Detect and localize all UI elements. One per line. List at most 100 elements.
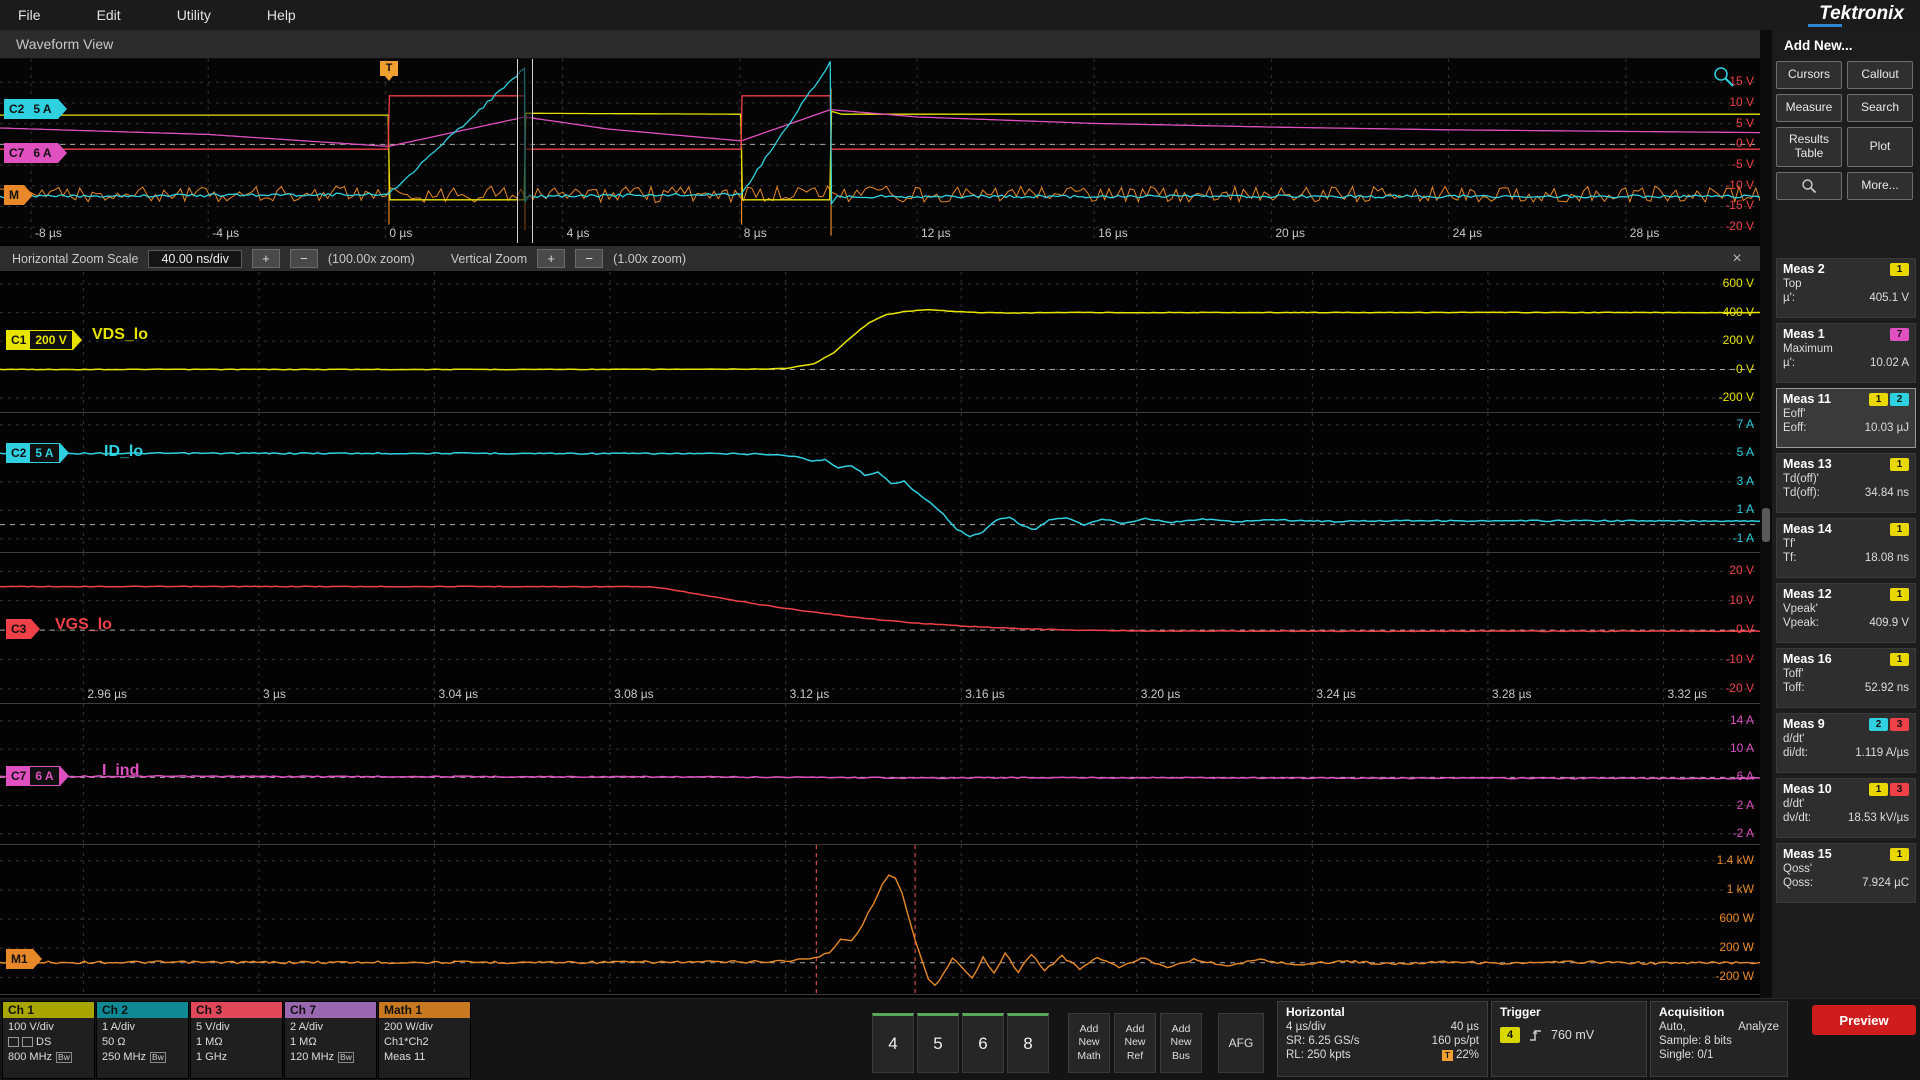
measurement-value: 18.08 ns <box>1864 552 1909 564</box>
measurement-source-badges: 12 <box>1869 392 1909 406</box>
vgs-plot[interactable] <box>0 553 1760 704</box>
channel-scale: 200 W/div <box>384 1021 433 1033</box>
measurement-value: 10.02 A <box>1869 357 1909 369</box>
acquisition-panel[interactable]: Acquisition Auto, Analyze Sample: 8 bits… <box>1650 1001 1788 1077</box>
h-zoom-scale-value[interactable]: 40.00 ns/div <box>148 249 242 268</box>
add-new-bus-button[interactable]: Add New Bus <box>1160 1013 1202 1073</box>
source-badge: 1 <box>1890 587 1909 601</box>
trigger-position-marker[interactable]: T <box>380 61 398 81</box>
sidebar-button-more[interactable]: More... <box>1847 172 1913 200</box>
iind-plot[interactable] <box>0 704 1760 845</box>
channel-box-ch-1[interactable]: Ch 1 100 V/div DS 800 MHz Bw <box>2 1001 95 1079</box>
channel-box-ch-3[interactable]: Ch 3 5 V/div 1 MΩ 1 GHz <box>190 1001 283 1079</box>
channel-button-6[interactable]: 6 <box>962 1013 1004 1073</box>
channel-button-4[interactable]: 4 <box>872 1013 914 1073</box>
sidebar-button-plot[interactable]: Plot <box>1847 127 1913 167</box>
zoomed-waveform-area[interactable]: 600 V 400 V 200 V 0 V -200 V C1 200 V VDS_lo 7 A… <box>0 272 1760 995</box>
v-zoom-in-button[interactable]: + <box>537 249 566 268</box>
time-label: 3.28 µs <box>1491 687 1532 701</box>
measurement-row-meas-16[interactable]: Meas 16 1 Toff' Toff: 52.92 ns <box>1776 648 1916 708</box>
time-label: 3.16 µs <box>965 687 1005 701</box>
termination-icon <box>22 1037 33 1047</box>
add-new-ref-button[interactable]: Add New Ref <box>1114 1013 1156 1073</box>
overview-plot[interactable] <box>0 59 1760 243</box>
channel-box-ch-2[interactable]: Ch 2 1 A/div 50 Ω 250 MHz Bw <box>96 1001 189 1079</box>
power-plot[interactable] <box>0 845 1760 995</box>
afg-button[interactable]: AFG <box>1218 1013 1264 1073</box>
measurement-source-badges: 1 <box>1890 652 1909 666</box>
scale-label: 10 V <box>1729 94 1754 109</box>
sidebar-button-callout[interactable]: Callout <box>1847 61 1913 89</box>
channel-button-5[interactable]: 5 <box>917 1013 959 1073</box>
h-zoom-in-button[interactable]: + <box>251 249 280 268</box>
source-badge: 7 <box>1890 327 1909 341</box>
measurement-row-meas-2[interactable]: Meas 2 1 Top µ': 405.1 V <box>1776 258 1916 318</box>
channel-badge-c7[interactable]: C7 6 A <box>6 766 69 786</box>
zoom-window-indicator[interactable] <box>517 59 533 243</box>
channel-badge-m1[interactable]: M1 <box>6 949 42 969</box>
channel-box-title: Ch 7 <box>285 1002 376 1018</box>
time-label: 28 µs <box>1629 226 1660 240</box>
overview-channel-badge-m[interactable]: M <box>4 185 33 205</box>
measurement-value: 10.03 µJ <box>1864 422 1909 434</box>
time-label: 3.32 µs <box>1667 687 1708 701</box>
sidebar-button-results-table[interactable]: Results Table <box>1776 127 1842 167</box>
measurement-id: Meas 13 1 <box>1783 457 1909 471</box>
add-new-title: Add New... <box>1784 38 1853 53</box>
channel-button-8[interactable]: 8 <box>1007 1013 1049 1073</box>
vds-plot[interactable] <box>0 272 1760 413</box>
measurement-row-meas-11[interactable]: Meas 11 1 2 Eoff' Eoff: 10.03 µJ <box>1776 388 1916 448</box>
scale-label: 0 V <box>1735 622 1754 637</box>
scale-label: -20 V <box>1725 680 1754 695</box>
v-zoom-out-button[interactable]: − <box>575 249 604 268</box>
sidebar-button-measure[interactable]: Measure <box>1776 94 1842 122</box>
sidebar-button-search[interactable]: Search <box>1847 94 1913 122</box>
measurement-row-meas-10[interactable]: Meas 10 1 3 d/dt' dv/dt: 18.53 kV/µs <box>1776 778 1916 838</box>
measurement-row-meas-14[interactable]: Meas 14 1 Tf' Tf: 18.08 ns <box>1776 518 1916 578</box>
measurement-row-meas-12[interactable]: Meas 12 1 Vpeak' Vpeak: 409.9 V <box>1776 583 1916 643</box>
acquisition-mode: Auto, <box>1659 1021 1686 1033</box>
measurement-name: Qoss' <box>1783 863 1813 875</box>
menu-item-utility[interactable]: Utility <box>177 7 211 23</box>
sidebar-button-cursors[interactable]: Cursors <box>1776 61 1842 89</box>
scale-label: 20 V <box>1729 563 1754 578</box>
h-zoom-scale-label: Horizontal Zoom Scale <box>12 251 139 266</box>
channel-badge-c1[interactable]: C1 200 V <box>6 330 82 350</box>
trigger-source-badge[interactable]: 4 <box>1500 1027 1520 1043</box>
preview-button[interactable]: Preview <box>1812 1005 1916 1035</box>
overview-waveform-area[interactable]: 15 V 10 V5 V0 V -5 V -10 V -15 V -20 V -8 µs -4… <box>0 59 1760 243</box>
sidebar-button-zoom[interactable] <box>1776 172 1842 200</box>
trigger-panel[interactable]: Trigger 4 760 mV <box>1491 1001 1647 1077</box>
splitter-handle[interactable] <box>1762 508 1770 542</box>
scale-label: 1 A <box>1736 502 1754 517</box>
overview-channel-badge-c7[interactable]: C7 6 A <box>4 143 67 163</box>
channel-box-math-1[interactable]: Math 1 200 W/div Ch1*Ch2 Meas 11 <box>378 1001 471 1079</box>
channel-coupling: 1 MΩ <box>196 1036 223 1048</box>
menu-item-help[interactable]: Help <box>267 7 296 23</box>
scale-label: 14 A <box>1729 712 1754 727</box>
measurement-id: Meas 21 <box>1783 262 1909 276</box>
waveform-section-power: 1.4 kW 1 kW 600 W 200 W -200 W M1 <box>0 845 1760 995</box>
measurement-source-badges: 13 <box>1869 782 1909 796</box>
h-zoom-out-button[interactable]: − <box>289 249 318 268</box>
zoom-close-icon[interactable]: × <box>1726 250 1748 268</box>
overview-channel-badge-c2[interactable]: C2 5 A <box>4 99 67 119</box>
channel-badge-c3[interactable]: C3 <box>6 619 41 639</box>
search-zoom-icon <box>1802 179 1817 194</box>
source-badge: 2 <box>1890 392 1909 406</box>
measurement-id: Meas 17 <box>1783 327 1909 341</box>
tektronix-logo: Tektronix <box>1819 3 1904 24</box>
menu-item-edit[interactable]: Edit <box>97 7 121 23</box>
horizontal-panel[interactable]: Horizontal 4 µs/div 40 µs SR: 6.25 GS/s 160… <box>1277 1001 1488 1077</box>
channel-badge-c2[interactable]: C2 5 A <box>6 443 69 463</box>
measurement-row-meas-13[interactable]: Meas 13 1 Td(off)' Td(off): 34.84 ns <box>1776 453 1916 513</box>
measurement-row-meas-15[interactable]: Meas 15 1 Qoss' Qoss: 7.924 µC <box>1776 843 1916 903</box>
channel-scale: 2 A/div <box>290 1021 324 1033</box>
menu-item-file[interactable]: File <box>18 7 41 23</box>
panel-splitter[interactable] <box>1760 30 1772 998</box>
add-new-math-button[interactable]: Add New Math <box>1068 1013 1110 1073</box>
measurement-row-meas-1[interactable]: Meas 1 7 Maximum µ': 10.02 A <box>1776 323 1916 383</box>
channel-box-ch-7[interactable]: Ch 7 2 A/div 1 MΩ 120 MHz Bw <box>284 1001 377 1079</box>
measurement-row-meas-9[interactable]: Meas 9 2 3 d/dt' di/dt: 1.119 A/µs <box>1776 713 1916 773</box>
id-plot[interactable] <box>0 413 1760 553</box>
